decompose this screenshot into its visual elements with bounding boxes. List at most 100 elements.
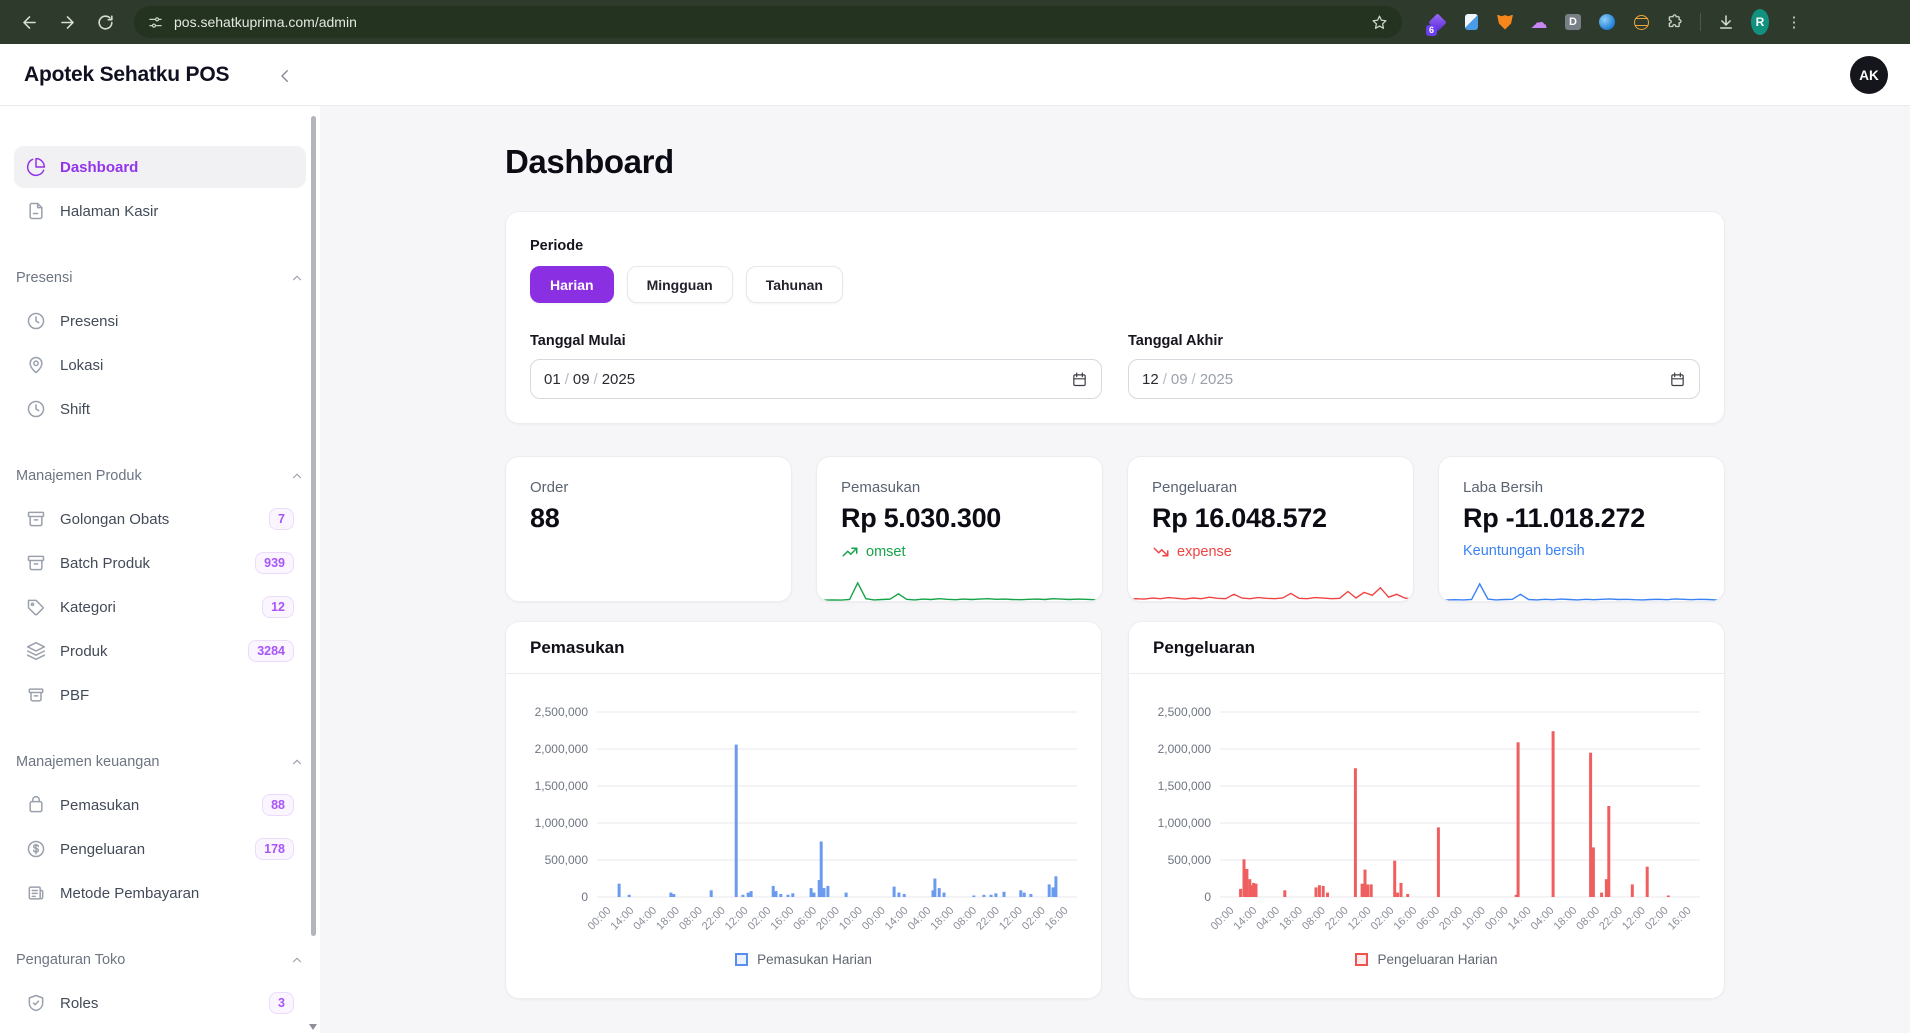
browser-menu-icon[interactable]: ⋮ [1785,13,1803,31]
legend-label: Pemasukan Harian [757,952,872,967]
chevron-up-icon[interactable] [290,953,304,967]
app-title: Apotek Sehatku POS [24,63,229,87]
sidebar-item-produk[interactable]: Produk3284 [14,630,306,672]
svg-text:16:00: 16:00 [1666,905,1694,933]
svg-text:1,000,000: 1,000,000 [1158,816,1212,830]
stat-card-pemasukan: PemasukanRp 5.030.300omset [816,456,1103,602]
svg-text:16:00: 16:00 [1391,905,1419,933]
profile-avatar[interactable]: R [1751,13,1769,31]
svg-text:16:00: 16:00 [1043,905,1071,933]
layers-icon [26,641,46,661]
sidebar-item-lokasi[interactable]: Lokasi [14,344,306,386]
sidebar-section-label: Manajemen keuangan [16,754,160,770]
address-bar[interactable]: pos.sehatkuprima.com/admin [134,6,1402,38]
main-area: Dashboard Periode HarianMingguanTahunan … [320,106,1910,1033]
sidebar-section-manajemen-produk: Manajemen Produk [16,466,304,486]
date-year: 2025 [1200,371,1233,388]
svg-text:22:00: 22:00 [1323,905,1351,933]
extension-globe-icon[interactable] [1632,13,1650,31]
pie-chart-icon [26,157,46,177]
archive-icon [26,553,46,573]
start-date-input[interactable]: 01/09/2025 [530,359,1102,399]
sidebar-item-pbf[interactable]: PBF [14,674,306,716]
stat-value: Rp 16.048.572 [1152,503,1389,534]
reload-icon[interactable] [90,7,120,37]
extension-diamond-icon[interactable]: 6 [1428,13,1446,31]
count-badge: 3 [269,992,294,1014]
svg-text:18:00: 18:00 [1277,905,1305,933]
sidebar-scrollbar[interactable] [311,116,316,936]
svg-text:0: 0 [581,890,588,904]
forward-icon[interactable] [52,7,82,37]
svg-text:500,000: 500,000 [545,853,589,867]
trend-down-icon [1152,543,1170,561]
sidebar-section-presensi: Presensi [16,268,304,288]
svg-text:1,000,000: 1,000,000 [535,816,589,830]
svg-text:08:00: 08:00 [1300,905,1328,933]
inbox-icon [26,685,46,705]
periode-button-tahunan[interactable]: Tahunan [746,266,843,303]
chevron-up-icon[interactable] [290,755,304,769]
sidebar-item-metode-pembayaran[interactable]: Metode Pembayaran [14,872,306,914]
sidebar-collapse-button[interactable] [272,63,298,89]
sidebar-item-label: Dashboard [60,159,138,176]
svg-text:2,500,000: 2,500,000 [1158,705,1212,719]
svg-text:2,000,000: 2,000,000 [1158,742,1212,756]
stat-label: Pemasukan [841,479,1078,496]
chevron-up-icon[interactable] [290,469,304,483]
extensions-puzzle-icon[interactable] [1666,13,1684,31]
svg-text:16:00: 16:00 [768,905,796,933]
downloads-icon[interactable] [1717,13,1735,31]
svg-text:22:00: 22:00 [974,905,1002,933]
sidebar-item-shift[interactable]: Shift [14,388,306,430]
svg-text:02:00: 02:00 [1369,905,1397,933]
stat-label: Pengeluaran [1152,479,1389,496]
extension-disc-icon[interactable] [1598,13,1616,31]
tag-icon [26,597,46,617]
end-date-input[interactable]: 12/09/2025 [1128,359,1700,399]
sidebar-item-dashboard[interactable]: Dashboard [14,146,306,188]
svg-text:04:00: 04:00 [1254,905,1282,933]
svg-text:08:00: 08:00 [951,905,979,933]
back-icon[interactable] [14,7,44,37]
sidebar-item-pemasukan[interactable]: Pemasukan88 [14,784,306,826]
sidebar-section-label: Pengaturan Toko [16,952,125,968]
sidebar-item-golongan-obats[interactable]: Golongan Obats7 [14,498,306,540]
svg-text:20:00: 20:00 [814,905,842,933]
url-text[interactable]: pos.sehatkuprima.com/admin [174,14,1360,30]
svg-text:20:00: 20:00 [1437,905,1465,933]
svg-text:1,500,000: 1,500,000 [535,779,589,793]
calendar-icon[interactable] [1071,371,1088,388]
sidebar-item-label: Halaman Kasir [60,203,158,220]
sidebar-item-roles[interactable]: Roles3 [14,982,306,1024]
sidebar: DashboardHalaman KasirPresensiPresensiLo… [0,106,320,1033]
app-header: Apotek Sehatku POS AK [0,44,1910,106]
periode-button-harian[interactable]: Harian [530,266,614,303]
chevron-up-icon[interactable] [290,271,304,285]
svg-text:12:00: 12:00 [723,905,751,933]
user-avatar[interactable]: AK [1850,56,1888,94]
svg-text:14:00: 14:00 [1506,905,1534,933]
sidebar-item-presensi[interactable]: Presensi [14,300,306,342]
periode-button-mingguan[interactable]: Mingguan [627,266,733,303]
sidebar-item-kategori[interactable]: Kategori12 [14,586,306,628]
extension-d-icon[interactable]: D [1564,13,1582,31]
extension-fox-icon[interactable] [1496,13,1514,31]
sidebar-scroll-down-icon[interactable] [309,1024,317,1030]
document-icon [26,201,46,221]
sidebar-item-pengeluaran[interactable]: Pengeluaran178 [14,828,306,870]
chart-title: Pengeluaran [1153,638,1255,658]
extension-clipboard-icon[interactable] [1462,13,1480,31]
extension-cloud-icon[interactable]: ☁ [1530,13,1548,31]
legend-swatch [735,953,748,966]
sidebar-item-label: Pemasukan [60,797,139,814]
archive-icon [26,509,46,529]
sidebar-item-batch-produk[interactable]: Batch Produk939 [14,542,306,584]
chart-header: Pengeluaran [1129,622,1724,674]
site-settings-icon[interactable] [148,15,163,30]
sidebar-item-halaman-kasir[interactable]: Halaman Kasir [14,190,306,232]
stat-trend-label: expense [1177,544,1232,560]
calendar-icon[interactable] [1669,371,1686,388]
chart-card-pengeluaran: Pengeluaran2,500,0002,000,0001,500,0001,… [1128,621,1725,999]
bookmark-star-icon[interactable] [1371,14,1388,31]
